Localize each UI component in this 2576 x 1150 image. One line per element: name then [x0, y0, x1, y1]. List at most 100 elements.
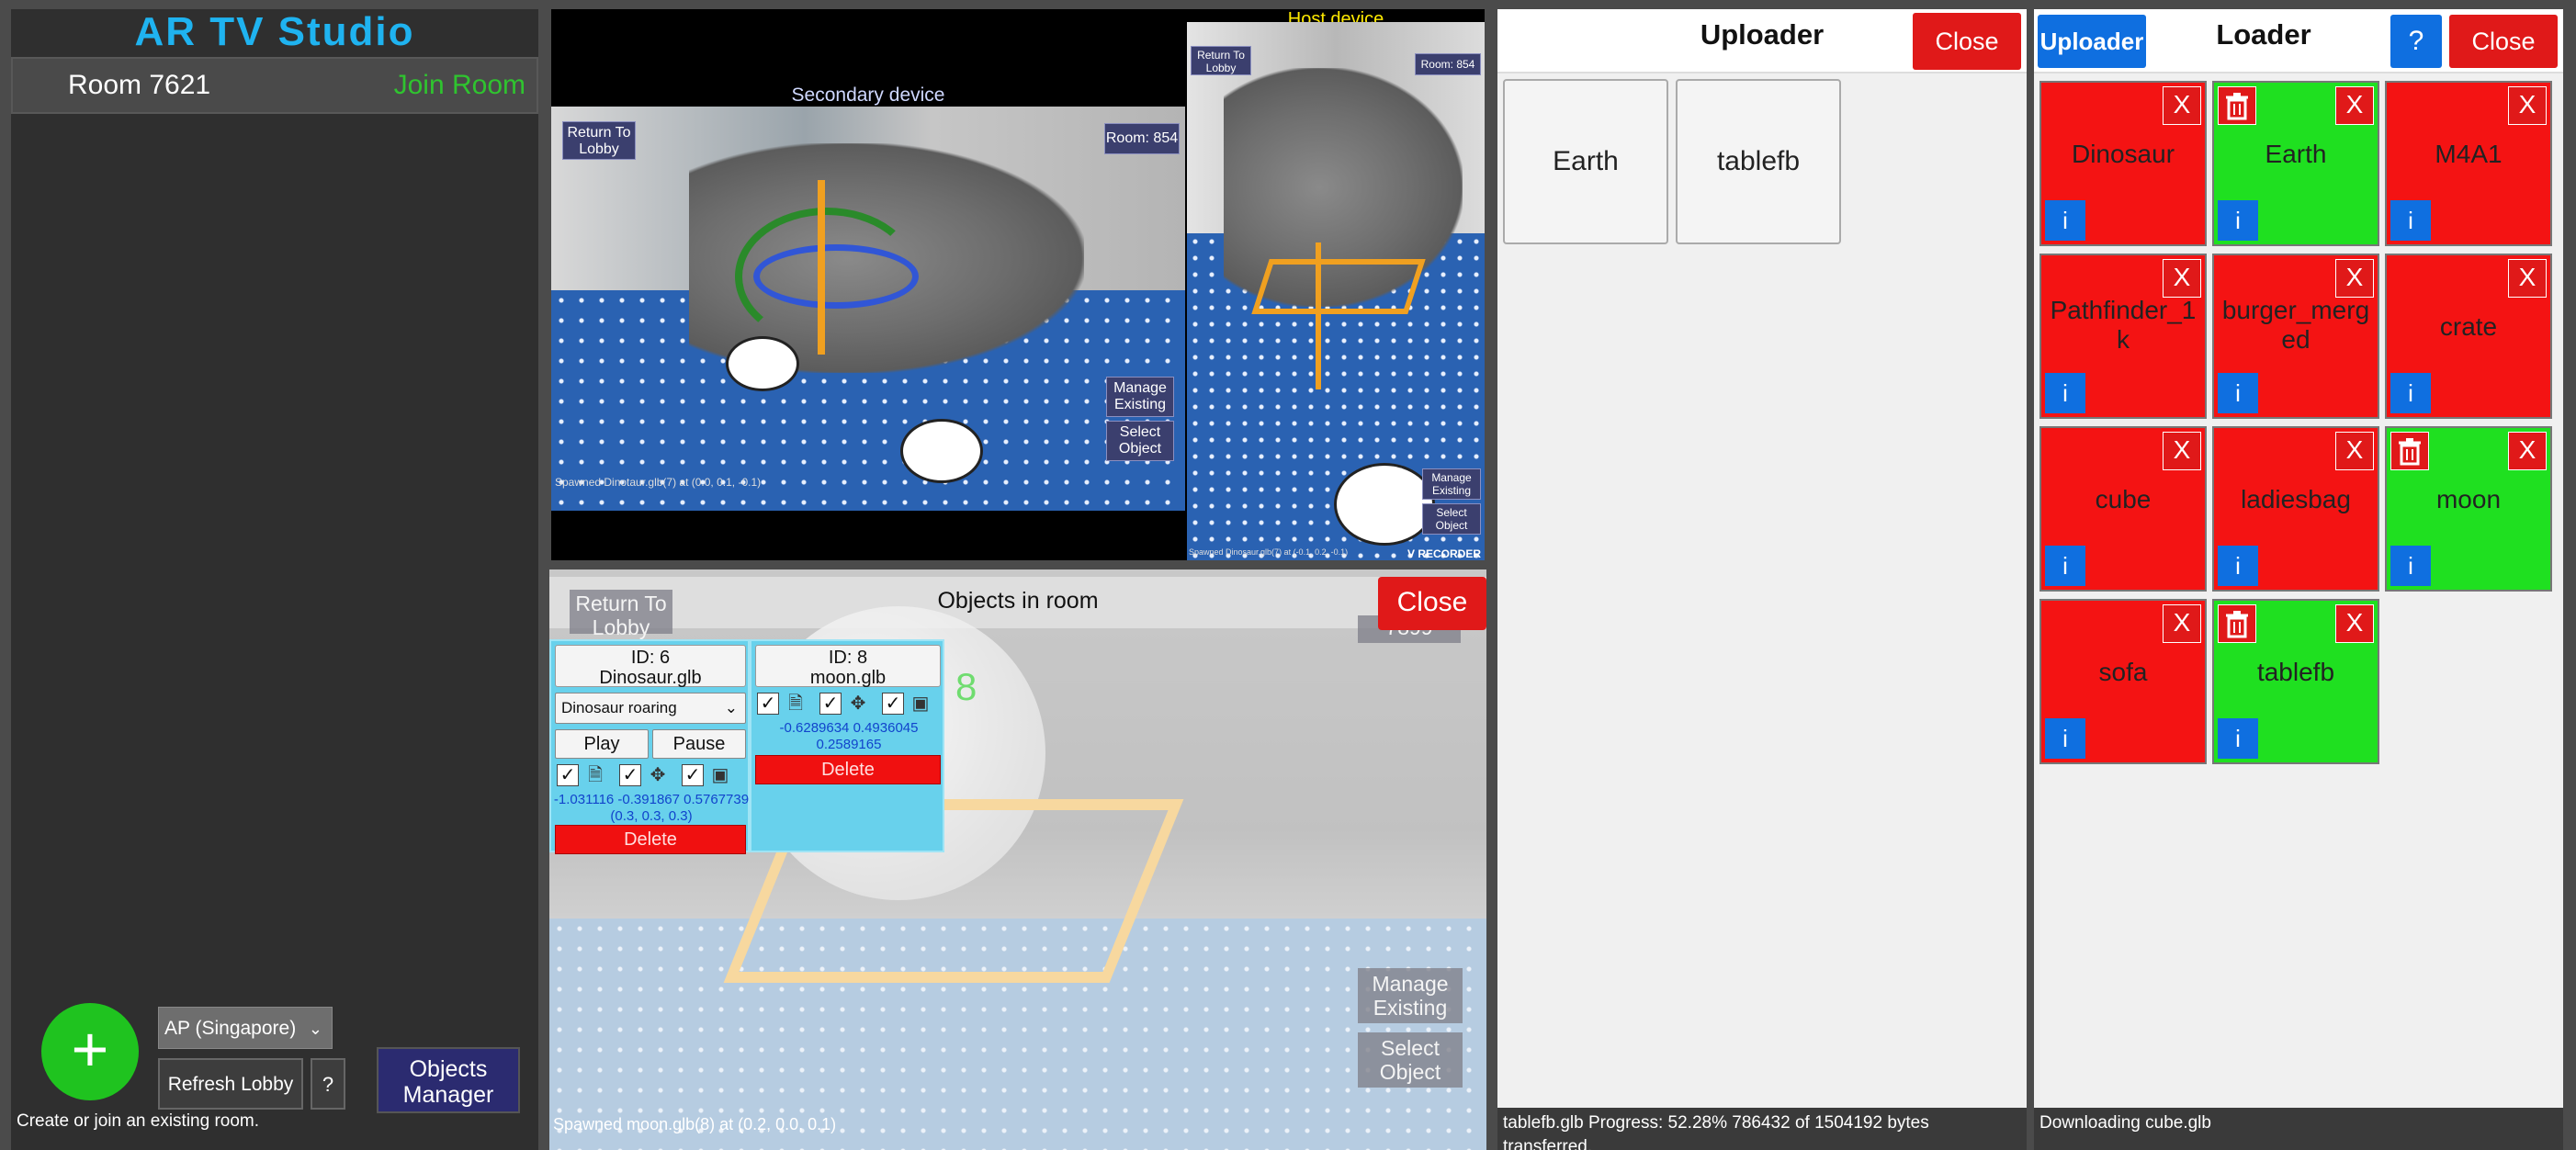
info-button[interactable]: i — [2218, 718, 2258, 759]
move-axes-icon: ✥ — [650, 765, 666, 785]
info-button[interactable]: i — [2390, 200, 2431, 241]
model-tile[interactable]: crate Xi — [2385, 254, 2552, 419]
refresh-lobby-button[interactable]: Refresh Lobby — [158, 1058, 303, 1110]
info-button[interactable]: i — [2390, 373, 2431, 413]
object-header: ID: 8 moon.glb — [755, 645, 941, 688]
loader-panel: Uploader Loader ? Close Dinosaur Xi Earth X… — [2034, 9, 2563, 1150]
remove-model-button[interactable]: X — [2508, 259, 2547, 298]
model-name: M4A1 — [2435, 140, 2503, 168]
info-button[interactable]: i — [2218, 546, 2258, 586]
pause-button[interactable]: Pause — [652, 729, 746, 759]
placement-plane — [1251, 259, 1426, 314]
remove-model-button[interactable]: X — [2163, 86, 2201, 125]
object-position-z: 0.2589165 — [816, 737, 882, 752]
create-room-button[interactable]: + — [41, 1003, 139, 1100]
trash-icon[interactable] — [2218, 604, 2256, 643]
room-badge: Room: 854 — [1104, 123, 1180, 154]
cloud-print — [900, 419, 983, 483]
trash-icon[interactable] — [2218, 86, 2256, 125]
return-lobby-button[interactable]: Return To Lobby — [562, 121, 636, 160]
model-tile[interactable]: moon Xi — [2385, 426, 2552, 592]
objects-manager-button[interactable]: Objects Manager — [377, 1047, 520, 1113]
object-card: ID: 6 Dinosaur.glb Dinosaur roaring ⌄ Pl… — [549, 639, 750, 854]
animation-value: Dinosaur roaring — [561, 699, 677, 716]
info-button[interactable]: i — [2045, 546, 2085, 586]
join-room-button[interactable]: Join Room — [394, 59, 525, 112]
model-tile[interactable]: ladiesbag Xi — [2212, 426, 2379, 592]
model-name: burger_merged — [2221, 296, 2370, 354]
animation-select[interactable]: Dinosaur roaring ⌄ — [555, 693, 746, 724]
checkbox-scale[interactable]: ✓ — [882, 693, 904, 715]
select-object-button[interactable]: Select Object — [1106, 421, 1174, 461]
upload-file-tablefb[interactable]: tablefb — [1676, 79, 1841, 244]
close-objects-button[interactable]: Close — [1378, 577, 1486, 630]
room-list-item[interactable]: Room 7621 Join Room — [11, 57, 538, 114]
lobby-panel: AR TV Studio Room 7621 Join Room + AP (S… — [11, 9, 538, 1150]
remove-model-button[interactable]: X — [2508, 86, 2547, 125]
object-id: ID: 6 — [630, 648, 671, 668]
rotation-ring-green — [735, 208, 919, 345]
app-title: AR TV Studio — [134, 9, 415, 54]
close-uploader-button[interactable]: Close — [1913, 13, 2021, 70]
chevron-down-icon: ⌄ — [724, 699, 738, 716]
return-lobby-button[interactable]: Return To Lobby — [1191, 46, 1251, 75]
model-tile[interactable]: cube Xi — [2039, 426, 2207, 592]
info-button[interactable]: i — [2045, 200, 2085, 241]
objects-in-room-panel: Objects in room Return To Lobby 7899 Clo… — [549, 569, 1486, 1150]
secondary-device-view: Return To Lobby Room: 854 Manage Existin… — [551, 107, 1185, 511]
info-button[interactable]: i — [2045, 373, 2085, 413]
info-button[interactable]: i — [2390, 546, 2431, 586]
manage-existing-button[interactable]: Manage Existing — [1422, 468, 1481, 500]
manage-existing-button[interactable]: Manage Existing — [1106, 377, 1174, 417]
model-tile[interactable]: sofa Xi — [2039, 599, 2207, 764]
remove-model-button[interactable]: X — [2163, 259, 2201, 298]
info-button[interactable]: i — [2218, 200, 2258, 241]
object-position: -0.6289634 0.4936045 — [779, 720, 919, 736]
checkbox-scale[interactable]: ✓ — [682, 764, 704, 786]
model-tile[interactable]: tablefb Xi — [2212, 599, 2379, 764]
model-tile[interactable]: M4A1 Xi — [2385, 81, 2552, 246]
help-button[interactable]: ? — [311, 1058, 345, 1110]
delete-object-button[interactable]: Delete — [755, 755, 941, 784]
model-name: cube — [2095, 485, 2152, 513]
checkbox-move[interactable]: ✓ — [819, 693, 842, 715]
loader-help-button[interactable]: ? — [2390, 15, 2442, 68]
model-tile[interactable]: burger_merged Xi — [2212, 254, 2379, 419]
delete-object-button[interactable]: Delete — [555, 825, 746, 854]
play-button[interactable]: Play — [555, 729, 649, 759]
region-value: AP (Singapore) — [164, 1018, 297, 1039]
remove-model-button[interactable]: X — [2508, 432, 2547, 470]
region-select[interactable]: AP (Singapore) ⌄ — [158, 1007, 333, 1049]
checkbox-move[interactable]: ✓ — [619, 764, 641, 786]
close-loader-button[interactable]: Close — [2449, 15, 2558, 68]
app-root: AR TV Studio Room 7621 Join Room + AP (S… — [0, 0, 2576, 1150]
gizmo-axis-y — [1316, 242, 1321, 389]
secondary-label-row: Secondary device — [551, 85, 1185, 107]
file-lock-icon: 🗎 — [587, 765, 604, 785]
return-lobby-button[interactable]: Return To Lobby — [570, 590, 672, 639]
model-tile[interactable]: Earth Xi — [2212, 81, 2379, 246]
manage-existing-button[interactable]: Manage Existing — [1358, 968, 1463, 1023]
upload-file-earth[interactable]: Earth — [1503, 79, 1668, 244]
model-tile[interactable]: Pathfinder_1k Xi — [2039, 254, 2207, 419]
info-button[interactable]: i — [2045, 718, 2085, 759]
info-button[interactable]: i — [2218, 373, 2258, 413]
select-object-button[interactable]: Select Object — [1358, 1032, 1463, 1088]
remove-model-button[interactable]: X — [2335, 604, 2374, 643]
remove-model-button[interactable]: X — [2163, 432, 2201, 470]
remove-model-button[interactable]: X — [2335, 259, 2374, 298]
remove-model-button[interactable]: X — [2163, 604, 2201, 643]
checkbox-visible[interactable]: ✓ — [757, 693, 779, 715]
chevron-down-icon: ⌄ — [308, 1020, 322, 1038]
model-name: sofa — [2098, 658, 2148, 686]
checkbox-visible[interactable]: ✓ — [557, 764, 579, 786]
remove-model-button[interactable]: X — [2335, 86, 2374, 125]
room-status: Spawned moon.glb(8) at (0.2, 0.0, 0.1) — [553, 1115, 837, 1133]
model-name: ladiesbag — [2241, 485, 2351, 513]
spawn-log: Spawned Dinosaur.glb(7) at (-0.1, 0.2, -… — [1189, 547, 1349, 557]
trash-icon[interactable] — [2390, 432, 2429, 470]
cloud-print — [1334, 463, 1435, 546]
remove-model-button[interactable]: X — [2335, 432, 2374, 470]
select-object-button[interactable]: Select Object — [1422, 503, 1481, 535]
model-tile[interactable]: Dinosaur Xi — [2039, 81, 2207, 246]
